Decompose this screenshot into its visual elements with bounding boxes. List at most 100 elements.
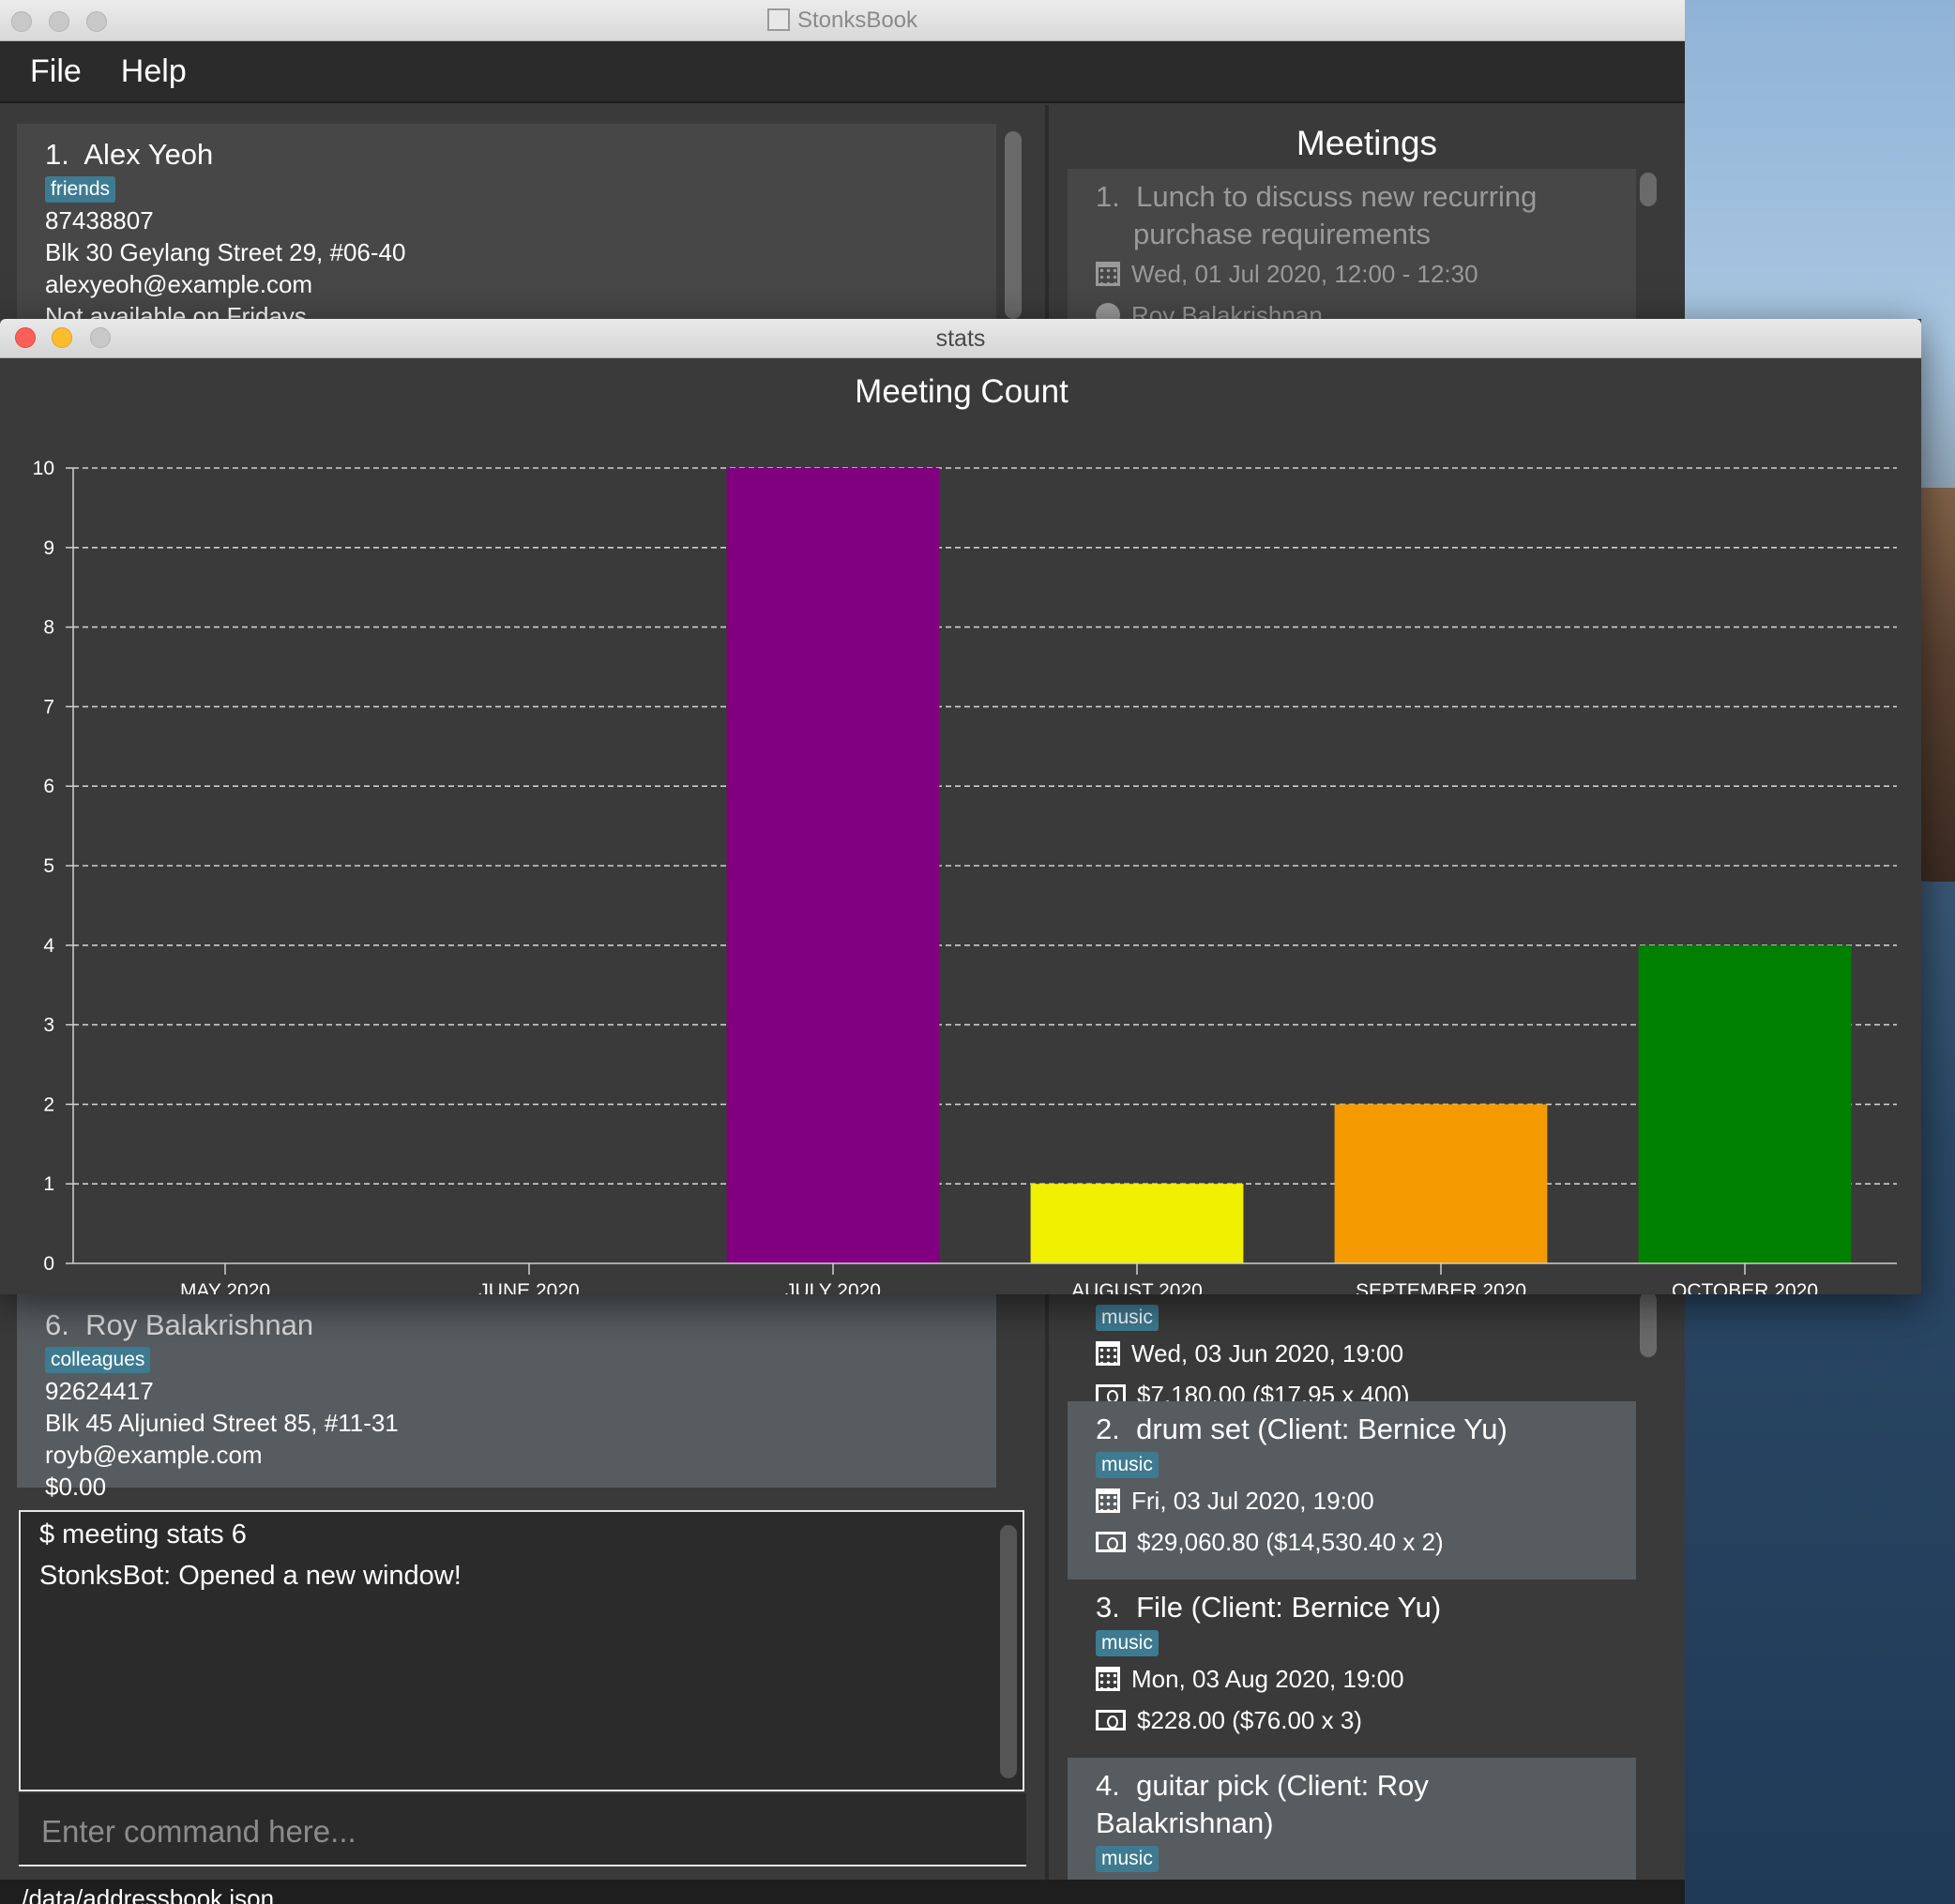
calendar-icon — [1096, 262, 1120, 286]
y-tick-label: 4 — [43, 935, 54, 957]
x-tick-label: JUNE 2020 — [478, 1280, 579, 1294]
sale-amount: $228.00 ($76.00 x 3) — [1137, 1706, 1362, 1734]
sale-amount: $29,060.80 ($14,530.40 x 2) — [1137, 1528, 1444, 1556]
x-tick-label: AUGUST 2020 — [1071, 1280, 1203, 1294]
sale-title-text: drum set (Client: Bernice Yu) — [1136, 1413, 1508, 1445]
y-tick-label: 3 — [43, 1015, 54, 1036]
meetings-scrollbar[interactable] — [1640, 173, 1657, 206]
chart-gridlines — [73, 467, 1897, 1186]
command-input[interactable] — [41, 1814, 1004, 1850]
meeting-datetime-row: Wed, 01 Jul 2020, 12:00 - 12:30 — [1096, 253, 1608, 295]
status-bar: ./data/addressbook.json — [0, 1880, 1685, 1904]
meeting-datetime: Wed, 01 Jul 2020, 12:00 - 12:30 — [1131, 260, 1478, 288]
sale-title: 2. drum set (Client: Bernice Yu) — [1096, 1411, 1608, 1448]
person-index: 6. — [45, 1308, 69, 1341]
sale-title-text: File (Client: Bernice Yu) — [1136, 1591, 1442, 1624]
y-tick-label: 9 — [43, 537, 54, 559]
x-tick-label: OCTOBER 2020 — [1672, 1280, 1818, 1294]
result-scrollbar[interactable] — [1000, 1525, 1017, 1778]
sale-datetime-row: Wed, 03 Jun 2020, 19:00 — [1096, 1333, 1608, 1374]
menu-file[interactable]: File — [30, 53, 82, 90]
person-address: Blk 45 Aljunied Street 85, #11-31 — [45, 1409, 399, 1437]
sale-amount-row: $228.00 ($76.00 x 3) — [1096, 1700, 1608, 1741]
result-response: StonksBot: Opened a new window! — [39, 1561, 462, 1591]
menu-bar: File Help — [0, 41, 1685, 103]
menu-help[interactable]: Help — [121, 53, 187, 90]
y-tick-label: 6 — [43, 776, 54, 797]
money-icon — [1096, 1532, 1126, 1552]
bar-september-2020 — [1334, 1104, 1548, 1263]
person-phone: 92624417 — [45, 1377, 154, 1405]
sale-datetime: Mon, 03 Aug 2020, 19:00 — [1131, 1665, 1404, 1693]
y-tick-label: 8 — [43, 617, 54, 639]
y-tick-label: 10 — [33, 458, 54, 479]
sale-datetime: Fri, 03 Jul 2020, 19:00 — [1131, 1487, 1374, 1515]
y-tick-label: 0 — [43, 1253, 54, 1275]
meetings-heading: Meetings — [1296, 124, 1438, 162]
sale-card[interactable]: 3. File (Client: Bernice Yu) music Mon, … — [1068, 1579, 1636, 1758]
person-name-text: Roy Balakrishnan — [85, 1308, 314, 1341]
app-document-icon — [766, 8, 790, 31]
sale-tag: music — [1096, 1630, 1159, 1656]
sale-datetime: Wed, 03 Jun 2020, 19:00 — [1131, 1339, 1404, 1368]
person-address: Blk 30 Geylang Street 29, #06-40 — [45, 238, 406, 266]
result-display: $ meeting stats 6 StonksBot: Opened a ne… — [19, 1510, 1024, 1791]
sale-index: 4. — [1096, 1769, 1120, 1802]
x-tick-label: SEPTEMBER 2020 — [1356, 1280, 1526, 1294]
stats-titlebar[interactable]: stats — [0, 319, 1921, 358]
meeting-card[interactable]: 1. Lunch to discuss new recurring purcha… — [1068, 169, 1636, 338]
stats-window: stats Meeting Count 0 1 2 3 4 5 6 7 8 9 10 MAY 2020… — [0, 319, 1921, 1294]
y-tick-label: 1 — [43, 1173, 54, 1195]
sale-index: 2. — [1096, 1413, 1120, 1445]
meeting-title: 1. Lunch to discuss new recurring — [1096, 178, 1608, 216]
y-tick-label: 7 — [43, 696, 54, 718]
sale-title: 3. File (Client: Bernice Yu) — [1096, 1589, 1608, 1626]
sale-datetime-row: Fri, 03 Jul 2020, 19:00 — [1096, 1480, 1608, 1521]
person-card-selected[interactable]: 6. Roy Balakrishnan colleagues 92624417 … — [17, 1294, 996, 1501]
calendar-icon — [1096, 1341, 1120, 1366]
calendar-icon — [1096, 1488, 1120, 1513]
person-tag: colleagues — [45, 1347, 151, 1373]
person-list-scrollbar[interactable] — [1005, 131, 1022, 319]
meeting-count-chart: Meeting Count 0 1 2 3 4 5 6 7 8 9 10 MAY 2020 JUNE 2… — [33, 373, 1897, 1294]
window-title-text: StonksBook — [796, 8, 918, 33]
sale-index: 3. — [1096, 1591, 1120, 1624]
person-email: royb@example.com — [45, 1441, 263, 1469]
sale-datetime-row: Mon, 03 Aug 2020, 19:00 — [1096, 1658, 1608, 1700]
sale-tag: music — [1096, 1305, 1159, 1331]
meeting-title-line2: purchase requirements — [1133, 218, 1432, 250]
chart-axes: 0 1 2 3 4 5 6 7 8 9 10 MAY 2020 JUNE 2020 JULY 2020 AU… — [33, 458, 1897, 1294]
meeting-title-line1: Lunch to discuss new recurring — [1136, 180, 1538, 213]
person-email: alexyeoh@example.com — [45, 270, 313, 298]
person-index: 1. — [45, 138, 69, 171]
sale-tag: music — [1096, 1452, 1159, 1478]
stats-window-title: stats — [935, 325, 986, 352]
money-icon — [1096, 1710, 1126, 1730]
sale-card[interactable]: 2. drum set (Client: Bernice Yu) music F… — [1068, 1401, 1636, 1579]
person-phone: 87438807 — [45, 206, 154, 234]
person-name-text: Alex Yeoh — [83, 138, 214, 171]
bar-july-2020 — [726, 468, 940, 1263]
y-tick-label: 2 — [43, 1094, 54, 1115]
person-name: 1. Alex Yeoh — [45, 137, 968, 173]
sale-tag: music — [1096, 1846, 1159, 1872]
bar-october-2020 — [1638, 944, 1852, 1263]
person-name: 6. Roy Balakrishnan — [45, 1307, 968, 1343]
command-box — [19, 1793, 1026, 1866]
bar-august-2020 — [1030, 1184, 1244, 1263]
x-tick-label: JULY 2020 — [785, 1280, 881, 1294]
main-titlebar[interactable]: StonksBook — [0, 0, 1685, 41]
x-tick-label: MAY 2020 — [180, 1280, 270, 1294]
window-title: StonksBook — [0, 8, 1685, 34]
sale-card[interactable]: 4. guitar pick (Client: Roy Balakrishnan… — [1068, 1758, 1636, 1880]
chart-title: Meeting Count — [855, 373, 1068, 410]
person-tag: friends — [45, 176, 116, 203]
person-total: $0.00 — [45, 1473, 107, 1501]
sales-scrollbar[interactable] — [1640, 1292, 1657, 1357]
sale-title-text: guitar pick (Client: Roy Balakrishnan) — [1096, 1769, 1429, 1839]
result-command-echo: $ meeting stats 6 — [39, 1519, 247, 1549]
sale-amount-row: $29,060.80 ($14,530.40 x 2) — [1096, 1521, 1608, 1563]
person-card[interactable]: 1. Alex Yeoh friends 87438807 Blk 30 Gey… — [17, 124, 996, 330]
sale-title: 4. guitar pick (Client: Roy Balakrishnan… — [1096, 1767, 1608, 1842]
calendar-icon — [1096, 1667, 1120, 1691]
